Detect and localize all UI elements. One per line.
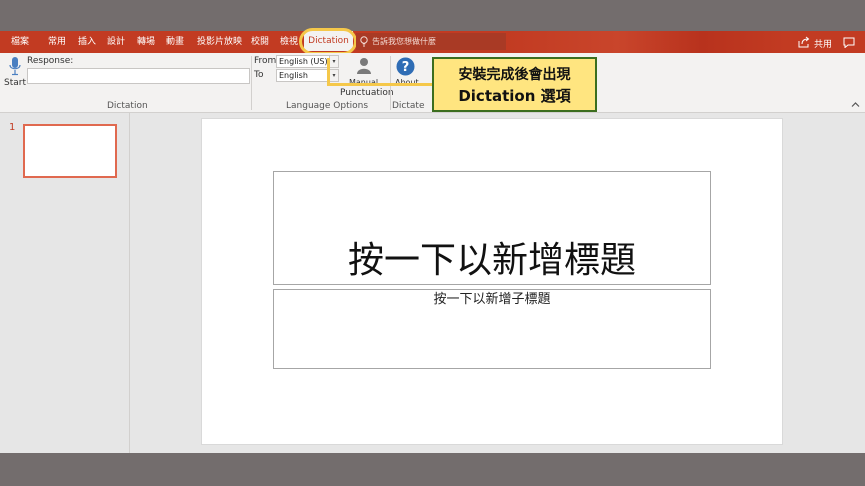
response-input[interactable] <box>27 68 250 84</box>
tab-view[interactable]: 檢視 <box>280 36 298 48</box>
title-placeholder-text: 按一下以新增標題 <box>347 240 636 281</box>
callout-text-line1: 安裝完成後會出現 <box>458 67 571 83</box>
bottom-frame <box>0 453 865 486</box>
annotation-callout: 安裝完成後會出現 Dictation 選項 <box>432 57 597 112</box>
collapse-ribbon-icon[interactable] <box>851 101 860 108</box>
help-icon[interactable]: ? <box>396 57 415 76</box>
dictation-group-label: Dictation <box>107 101 148 111</box>
chevron-down-icon[interactable]: ▾ <box>329 70 338 81</box>
group-separator <box>251 56 252 110</box>
start-button[interactable]: Start <box>4 78 26 88</box>
title-bar-decoration <box>506 31 786 53</box>
top-frame <box>0 0 865 31</box>
share-button[interactable]: 共用 <box>814 37 832 50</box>
response-label: Response: <box>27 56 74 66</box>
tell-me-search[interactable]: 告訴我您想做什麼 <box>356 33 506 50</box>
lightbulb-icon <box>360 36 368 47</box>
tab-home[interactable]: 常用 <box>48 36 66 48</box>
callout-connector <box>327 58 330 86</box>
from-language-value: English (US) <box>279 57 328 66</box>
to-label: To <box>254 70 264 80</box>
share-icon[interactable] <box>798 36 810 48</box>
tab-transitions[interactable]: 轉場 <box>137 36 155 48</box>
from-label: From <box>254 56 277 66</box>
punctuation-label: Punctuation <box>340 88 394 98</box>
dictation-tab-highlight <box>299 28 357 55</box>
tab-slideshow[interactable]: 投影片放映 <box>197 36 242 48</box>
tab-review[interactable]: 校閱 <box>251 36 269 48</box>
svg-text:?: ? <box>402 60 410 75</box>
slide-thumbnail[interactable] <box>23 124 117 178</box>
language-options-group-label: Language Options <box>286 101 369 111</box>
manual-punctuation-icon[interactable] <box>354 56 374 76</box>
callout-connector <box>327 83 433 86</box>
tab-file[interactable]: 檔案 <box>11 36 29 48</box>
tell-me-placeholder: 告訴我您想做什麼 <box>372 37 436 46</box>
dictate-group-label: Dictate <box>392 101 425 111</box>
tab-insert[interactable]: 插入 <box>78 36 96 48</box>
tab-design[interactable]: 設計 <box>107 36 125 48</box>
slide-number: 1 <box>9 122 16 133</box>
microphone-icon[interactable] <box>8 56 22 76</box>
to-language-value: English <box>279 71 308 80</box>
callout-text-line2: Dictation 選項 <box>458 87 571 105</box>
chevron-down-icon[interactable]: ▾ <box>329 56 338 67</box>
subtitle-placeholder-text: 按一下以新增子標題 <box>433 292 551 307</box>
tab-animations[interactable]: 動畫 <box>166 36 184 48</box>
comment-icon[interactable] <box>843 37 855 48</box>
